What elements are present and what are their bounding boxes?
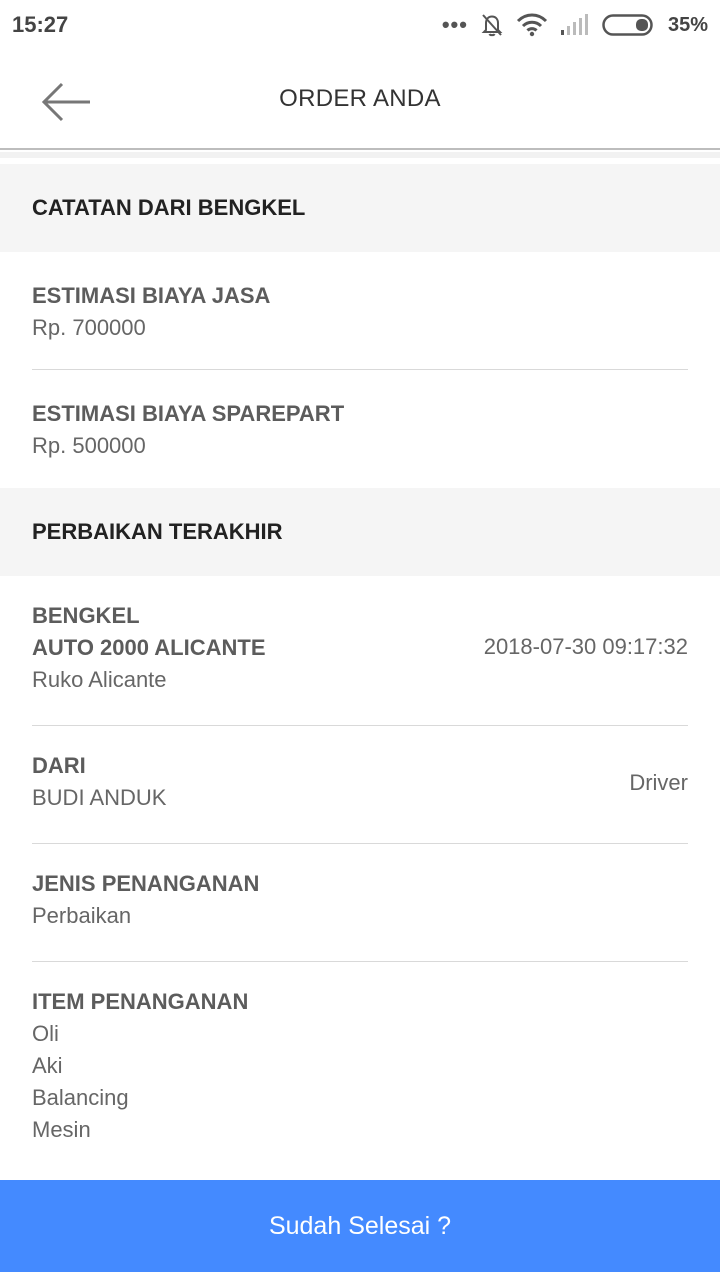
order-content: CATATAN DARI BENGKEL ESTIMASI BIAYA JASA… [0, 164, 720, 1146]
battery-icon [602, 14, 653, 36]
dari-row: DARI BUDI ANDUK Driver [32, 726, 688, 844]
status-icons: ••• 35% [442, 12, 708, 38]
bengkel-label: BENGKEL [32, 603, 140, 628]
item-value: Oli [32, 1021, 59, 1046]
estimasi-sparepart-row: ESTIMASI BIAYA SPAREPART Rp. 500000 [32, 370, 688, 488]
sudah-selesai-button[interactable]: Sudah Selesai ? [0, 1180, 720, 1272]
section-catatan-header: CATATAN DARI BENGKEL [0, 164, 720, 252]
estimasi-jasa-value: Rp. 700000 [32, 315, 146, 340]
section-perbaikan-header: PERBAIKAN TERAKHIR [0, 488, 720, 576]
wifi-icon [516, 13, 548, 37]
signal-icon [560, 14, 588, 35]
dari-role: Driver [629, 770, 688, 795]
app-bar-shadow [0, 152, 720, 158]
bengkel-row: BENGKEL AUTO 2000 ALICANTE Ruko Alicante… [32, 576, 688, 726]
bengkel-address: Ruko Alicante [32, 667, 167, 692]
jenis-value: Perbaikan [32, 903, 132, 928]
item-value: Mesin [32, 1117, 91, 1142]
page-title: ORDER ANDA [279, 85, 441, 112]
estimasi-jasa-row: ESTIMASI BIAYA JASA Rp. 700000 [32, 252, 688, 370]
more-notifications-icon: ••• [441, 12, 468, 37]
item-value: Aki [32, 1053, 63, 1078]
bengkel-datetime: 2018-07-30 09:17:32 [483, 634, 688, 659]
jenis-row: JENIS PENANGANAN Perbaikan [32, 844, 688, 962]
notifications-off-icon [481, 14, 503, 37]
dari-value: BUDI ANDUK [32, 785, 167, 810]
item-label: ITEM PENANGANAN [32, 989, 249, 1014]
dari-label: DARI [32, 753, 86, 778]
estimasi-sparepart-value: Rp. 500000 [32, 433, 146, 458]
estimasi-sparepart-label: ESTIMASI BIAYA SPAREPART [32, 401, 345, 426]
status-bar: 15:27 ••• 35% [0, 0, 720, 50]
jenis-label: JENIS PENANGANAN [32, 871, 260, 896]
app-bar: ORDER ANDA [0, 50, 720, 150]
battery-percentage: 35% [667, 13, 708, 36]
estimasi-jasa-label: ESTIMASI BIAYA JASA [32, 283, 271, 308]
item-row: ITEM PENANGANAN Oli Aki Balancing Mesin [32, 962, 688, 1146]
item-value: Balancing [32, 1085, 129, 1110]
status-time: 15:27 [12, 12, 69, 37]
